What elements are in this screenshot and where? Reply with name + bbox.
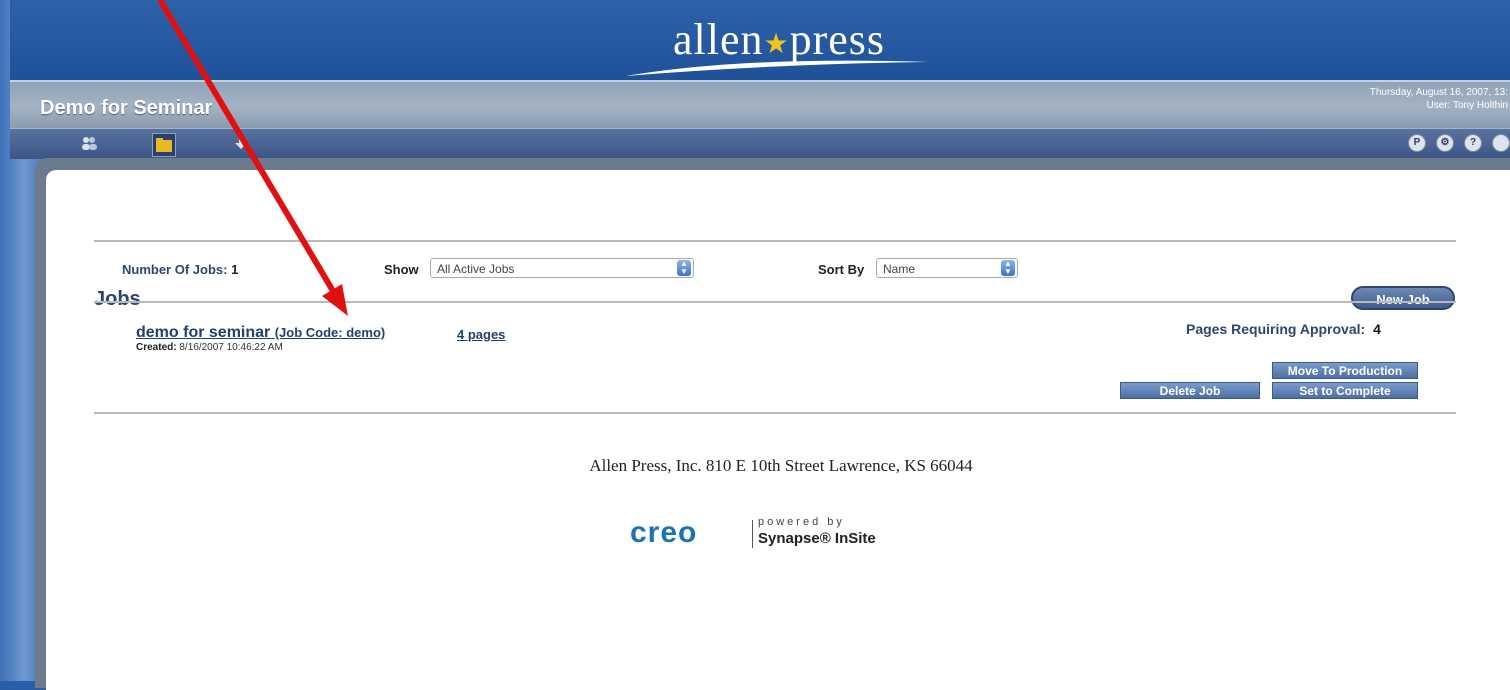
app-title: Demo for Seminar (40, 97, 213, 119)
title-bar: Demo for Seminar Thursday, August 16, 20… (10, 80, 1510, 130)
divider (94, 240, 1456, 242)
delete-job-button[interactable]: Delete Job (1120, 382, 1260, 399)
creo-logo: creo (630, 516, 698, 549)
job-count: Number Of Jobs: 1 (122, 262, 238, 277)
user-text: User: Tony Holthin (1426, 100, 1508, 111)
divider (752, 520, 753, 548)
set-to-complete-button[interactable]: Set to Complete (1272, 382, 1418, 399)
divider (94, 301, 1456, 303)
page-title: Jobs (94, 288, 141, 310)
job-count-label: Number Of Jobs: (122, 262, 228, 277)
logo-swoosh-icon (626, 60, 929, 76)
sort-select[interactable]: Name ▲ ▼ (876, 258, 1018, 278)
show-label: Show (384, 262, 419, 277)
divider (94, 412, 1456, 414)
job-pages-link[interactable]: 4 pages (457, 327, 505, 342)
preferences-icon[interactable]: P (1408, 134, 1426, 152)
pages-requiring-approval: Pages Requiring Approval: 4 (1186, 321, 1381, 337)
logout-icon[interactable] (1492, 134, 1510, 152)
powered-by-text: powered by (758, 516, 845, 528)
created-label: Created: (136, 342, 177, 353)
sort-label: Sort By (818, 262, 865, 277)
datetime-text: Thursday, August 16, 2007, 13: (1369, 87, 1508, 98)
created-value: 8/16/2007 10:46:22 AM (179, 342, 283, 353)
show-select-value: All Active Jobs (437, 262, 515, 276)
move-to-production-button[interactable]: Move To Production (1272, 362, 1418, 379)
download-icon[interactable] (232, 135, 250, 151)
tools-icon[interactable]: ⚙ (1436, 134, 1454, 152)
toolbar-right-buttons: P ⚙ ? (1408, 134, 1510, 152)
select-arrow-icon: ▲ ▼ (677, 260, 691, 276)
show-select[interactable]: All Active Jobs ▲ ▼ (430, 258, 694, 278)
allen-press-logo: allen★press (624, 14, 934, 78)
users-icon[interactable] (80, 135, 98, 151)
job-name: demo for seminar (136, 324, 271, 341)
datetime-user: Thursday, August 16, 2007, 13: User: Ton… (1370, 86, 1508, 112)
approval-count: 4 (1373, 321, 1381, 337)
footer-logos: creo powered by Synapse® InSite (630, 516, 930, 556)
job-code: (Job Code: demo) (274, 325, 386, 340)
jobs-panel: Jobs New Job Number Of Jobs: 1 Show All … (46, 170, 1510, 690)
synapse-insite-logo: Synapse® InSite (758, 530, 876, 547)
sort-select-value: Name (883, 262, 916, 276)
header-banner: allen★press (10, 0, 1510, 80)
jobs-tab[interactable] (152, 133, 176, 157)
folder-icon (156, 138, 172, 152)
toolbar: P ⚙ ? (10, 128, 1510, 159)
job-name-link[interactable]: demo for seminar (Job Code: demo) (136, 324, 385, 342)
job-created: Created: 8/16/2007 10:46:22 AM (136, 342, 283, 353)
help-icon[interactable]: ? (1464, 134, 1482, 152)
approval-label: Pages Requiring Approval: (1186, 321, 1366, 337)
select-arrow-icon: ▲ ▼ (1001, 260, 1015, 276)
job-count-value: 1 (231, 262, 239, 277)
new-job-button[interactable]: New Job (1351, 286, 1455, 310)
company-address: Allen Press, Inc. 810 E 10th Street Lawr… (589, 456, 973, 475)
